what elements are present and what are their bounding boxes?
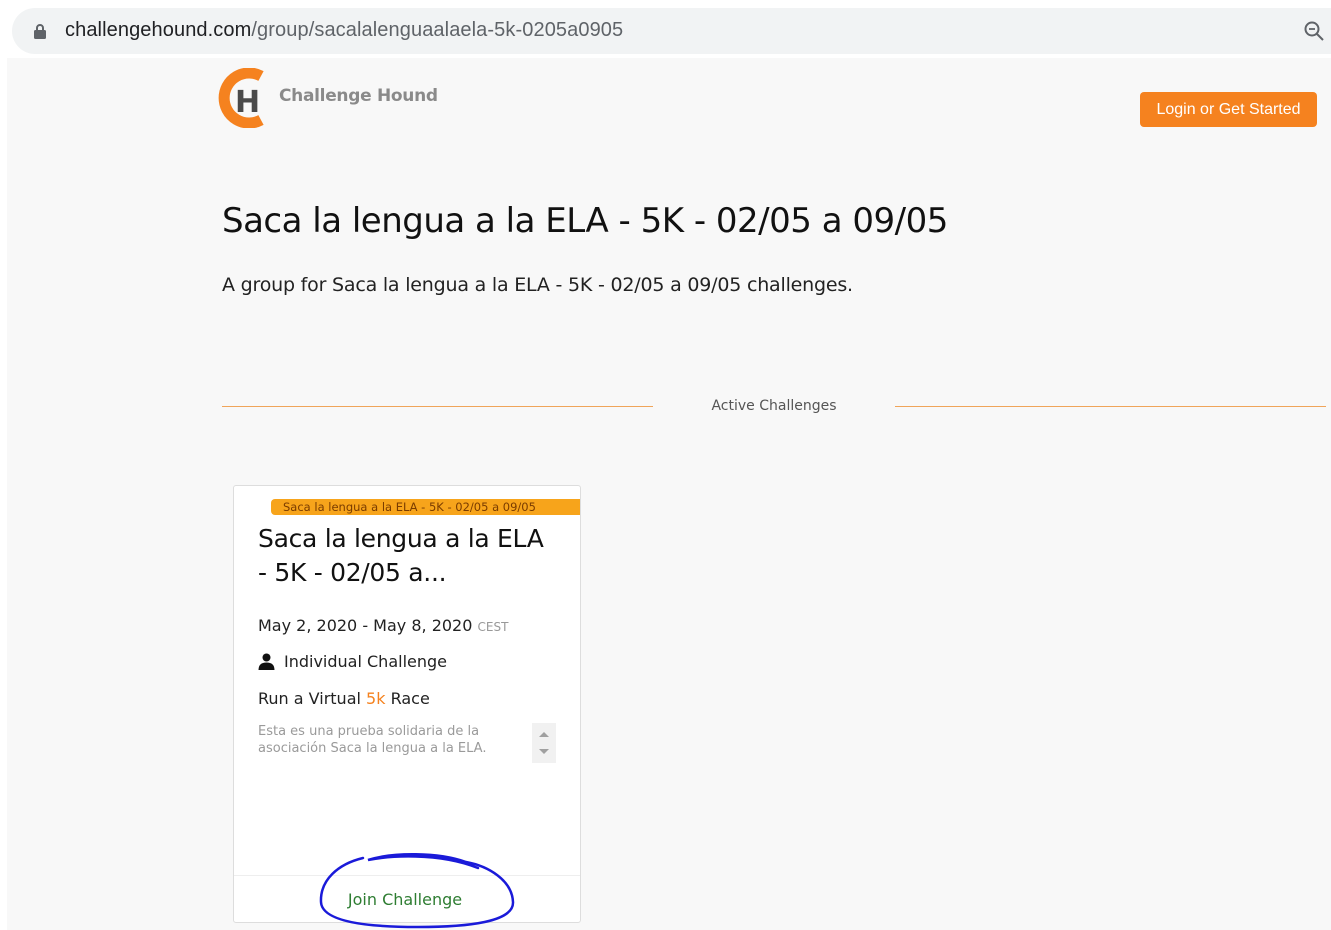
goal-suffix: Race: [390, 689, 430, 708]
challenge-type: Individual Challenge: [258, 652, 447, 671]
url-domain: challengehound.com: [65, 19, 252, 41]
login-button[interactable]: Login or Get Started: [1140, 92, 1317, 127]
address-bar[interactable]: challengehound.com/group/sacalalenguaala…: [12, 8, 1331, 54]
goal-distance: 5k: [366, 689, 386, 708]
person-icon: [258, 653, 275, 670]
url-text[interactable]: challengehound.com/group/sacalalenguaala…: [65, 19, 623, 42]
description-scrollbar[interactable]: [532, 723, 556, 763]
challenge-dates: May 2, 2020 - May 8, 2020 CEST: [258, 616, 508, 635]
svg-text:H: H: [235, 85, 260, 120]
join-challenge-button[interactable]: Join Challenge: [348, 890, 462, 909]
zoom-out-icon[interactable]: [1303, 20, 1325, 42]
scroll-down-icon[interactable]: [539, 749, 549, 754]
challenge-card[interactable]: Saca la lengua a la ELA - 5K - 02/05 a 0…: [233, 485, 581, 923]
challenge-title[interactable]: Saca la lengua a la ELA - 5K - 02/05 a..…: [258, 522, 558, 590]
goal-prefix: Run a Virtual: [258, 689, 361, 708]
challenge-group-tag: Saca la lengua a la ELA - 5K - 02/05 a 0…: [271, 499, 580, 515]
divider-right: [895, 406, 1326, 407]
group-title: Saca la lengua a la ELA - 5K - 02/05 a 0…: [222, 201, 948, 241]
page: H Challenge Hound Login or Get Started S…: [7, 58, 1331, 930]
url-path: /group/sacalalenguaalaela-5k-0205a0905: [251, 19, 624, 41]
group-description: A group for Saca la lengua a la ELA - 5K…: [222, 274, 853, 296]
brand-name[interactable]: Challenge Hound: [279, 86, 438, 106]
scroll-up-icon[interactable]: [539, 732, 549, 737]
challenge-date-range: May 2, 2020 - May 8, 2020: [258, 616, 473, 635]
challenge-goal: Run a Virtual 5k Race: [258, 689, 430, 708]
logo[interactable]: H: [215, 67, 275, 129]
challenge-timezone: CEST: [477, 620, 509, 634]
lock-icon: [34, 24, 46, 39]
section-label: Active Challenges: [711, 398, 837, 414]
card-footer: Join Challenge: [234, 875, 580, 922]
divider-left: [222, 406, 653, 407]
logo-icon: H: [218, 67, 264, 129]
challenge-type-label: Individual Challenge: [284, 652, 447, 671]
challenge-description: Esta es una prueba solidaria de la asoci…: [258, 724, 487, 756]
